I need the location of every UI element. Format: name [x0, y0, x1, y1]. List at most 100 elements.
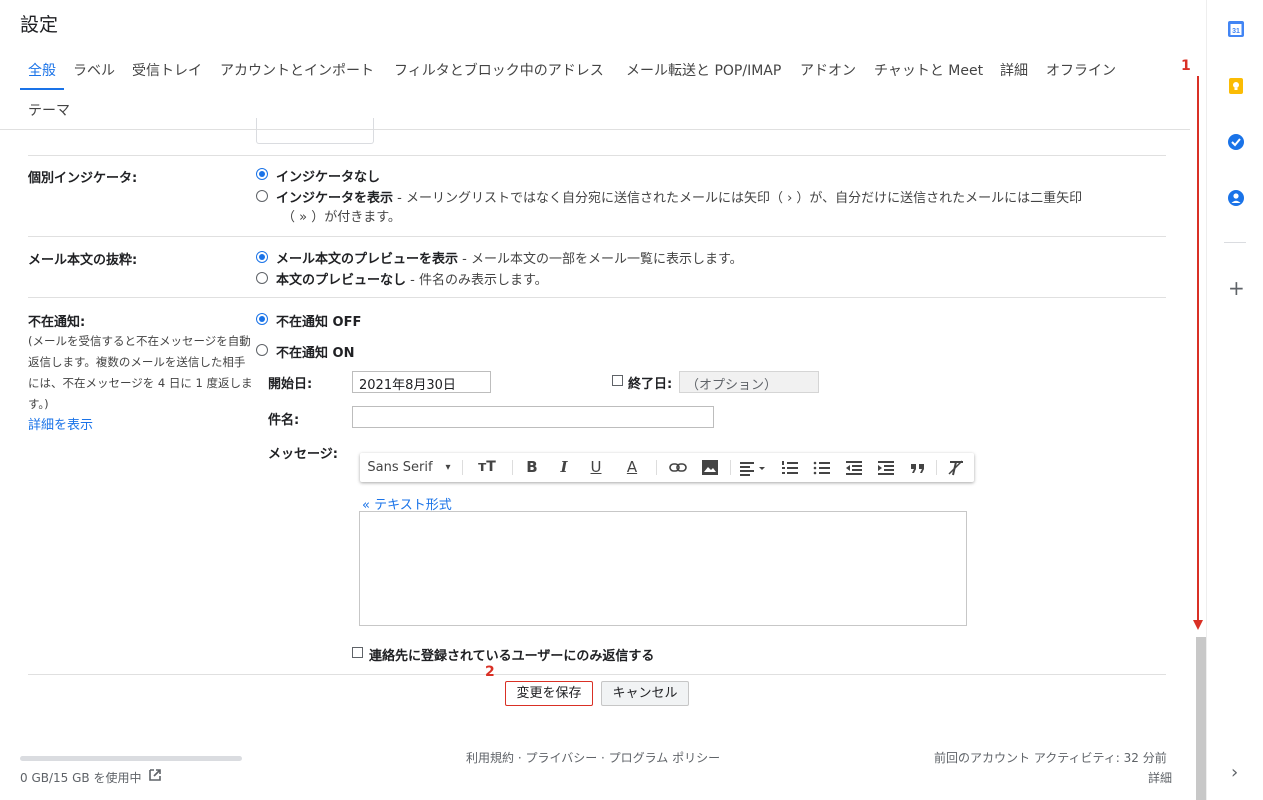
last-activity-text: 前回のアカウント アクティビティ: 32 分前	[934, 751, 1167, 765]
align-icon[interactable]	[736, 453, 772, 482]
tab-offline[interactable]: オフライン	[1046, 60, 1116, 80]
side-panel	[1206, 0, 1263, 800]
indicator-show-radio[interactable]	[256, 190, 268, 202]
snippet-none-text: 本文のプレビューなし	[276, 273, 407, 288]
remove-formatting-icon[interactable]	[944, 453, 968, 482]
contacts-only-label: 連絡先に登録されているユーザーにのみ返信する	[369, 649, 655, 664]
indicator-label: 個別インジケータ:	[28, 171, 138, 186]
toolbar-separator	[656, 460, 657, 475]
indicator-none-option: インジケータなし	[276, 166, 380, 185]
toolbar-separator	[512, 460, 513, 475]
vacation-off-radio[interactable]	[256, 313, 268, 325]
italic-icon[interactable]: I	[552, 453, 576, 482]
snippet-show-option: メール本文のプレビューを表示 - メール本文の一部をメール一覧に表示します。	[276, 248, 743, 267]
annotation-arrow	[1197, 76, 1199, 624]
footer-links[interactable]: 利用規約 · プライバシー · プログラム ポリシー	[466, 749, 720, 766]
tab-general[interactable]: 全般	[28, 60, 56, 80]
open-external-icon[interactable]	[148, 768, 162, 782]
tab-chat[interactable]: チャットと Meet	[874, 60, 983, 80]
snippet-none-desc: - 件名のみ表示します。	[406, 273, 548, 288]
snippet-show-desc: - メール本文の一部をメール一覧に表示します。	[458, 252, 743, 267]
end-date-label: 終了日:	[628, 377, 673, 392]
tab-labels[interactable]: ラベル	[73, 60, 115, 80]
tab-themes[interactable]: テーマ	[28, 100, 70, 120]
end-date-input[interactable]: （オプション）	[679, 371, 819, 393]
previous-row-button-fragment	[256, 118, 374, 144]
snippet-none-option: 本文のプレビューなし - 件名のみ表示します。	[276, 269, 548, 288]
calendar-icon[interactable]: 31	[1227, 20, 1245, 38]
text-color-icon[interactable]: A	[616, 453, 648, 482]
vacation-on-radio[interactable]	[256, 344, 268, 356]
toolbar-separator	[730, 460, 731, 475]
cancel-button[interactable]: キャンセル	[601, 681, 689, 706]
indicator-show-option: インジケータを表示 - メーリングリストではなく自分宛に送信されたメールには矢印…	[276, 187, 1082, 206]
page-title: 設定	[20, 14, 59, 36]
divider	[28, 236, 1166, 237]
tab-inbox[interactable]: 受信トレイ	[132, 60, 202, 80]
indicator-show-desc: - メーリングリストではなく自分宛に送信されたメールには矢印（ › ）が、自分だ…	[393, 191, 1083, 206]
bold-icon[interactable]: B	[520, 453, 544, 482]
previous-row-fragment	[28, 118, 108, 130]
indicator-none-radio[interactable]	[256, 168, 268, 180]
link-icon[interactable]	[666, 453, 690, 482]
numbered-list-icon[interactable]	[778, 453, 802, 482]
scrollbar-thumb[interactable]	[1196, 637, 1206, 800]
font-dropdown-icon[interactable]: ▾	[442, 453, 454, 482]
calendar-day: 31	[1232, 28, 1240, 35]
subject-input[interactable]	[352, 406, 714, 428]
add-addon-icon[interactable]: +	[1228, 276, 1245, 300]
side-panel-divider	[1224, 242, 1246, 243]
keep-icon[interactable]	[1227, 77, 1245, 95]
start-date-input[interactable]: 2021年8月30日	[352, 371, 491, 393]
underline-icon[interactable]: U	[584, 453, 608, 482]
font-family-select[interactable]: Sans Serif	[364, 453, 436, 482]
activity-details-link[interactable]: 詳細	[1148, 769, 1172, 786]
save-changes-button[interactable]: 変更を保存	[505, 681, 593, 706]
tab-forwarding[interactable]: メール転送と POP/IMAP	[626, 60, 781, 80]
indicator-show-desc-2: （ » ）が付きます。	[282, 210, 401, 225]
formatting-toolbar: Sans Serif ▾ тT B I U A	[360, 453, 974, 482]
contacts-only-checkbox[interactable]	[352, 647, 363, 658]
subject-label: 件名:	[268, 413, 300, 428]
vacation-on-option: 不在通知 ON	[276, 342, 354, 361]
snippet-label: メール本文の抜粋:	[28, 253, 138, 268]
start-date-label: 開始日:	[268, 377, 313, 392]
message-editor[interactable]	[359, 511, 967, 626]
vacation-off-option: 不在通知 OFF	[276, 311, 361, 330]
end-date-checkbox[interactable]	[612, 375, 623, 386]
message-label: メッセージ:	[268, 447, 338, 462]
vacation-on-text: 不在通知 ON	[276, 346, 355, 361]
storage-usage-bar	[20, 756, 242, 761]
tasks-icon[interactable]	[1227, 133, 1245, 151]
tab-filters[interactable]: フィルタとブロック中のアドレス	[394, 60, 604, 80]
vacation-label: 不在通知:	[28, 315, 86, 330]
settings-tabs: 全般 ラベル 受信トレイ アカウントとインポート フィルタとブロック中のアドレス…	[0, 50, 1190, 130]
active-tab-indicator	[20, 88, 64, 90]
font-size-icon[interactable]: тT	[468, 453, 506, 482]
image-icon[interactable]	[698, 453, 722, 482]
annotation-arrow-head	[1193, 620, 1203, 630]
vacation-desc-text: (メールを受信すると不在メッセージを自動返信します。複数のメールを送信した相手に…	[28, 334, 253, 411]
tab-addons[interactable]: アドオン	[800, 60, 856, 80]
snippet-show-radio[interactable]	[256, 251, 268, 263]
tab-accounts[interactable]: アカウントとインポート	[220, 60, 374, 80]
contacts-icon[interactable]	[1227, 189, 1245, 207]
divider	[28, 674, 1166, 675]
storage-usage-text: 0 GB/15 GB を使用中	[20, 771, 142, 785]
tab-advanced[interactable]: 詳細	[1000, 60, 1028, 80]
bulleted-list-icon[interactable]	[810, 453, 834, 482]
snippet-none-radio[interactable]	[256, 272, 268, 284]
indicator-show-text: インジケータを表示	[276, 191, 394, 206]
vacation-description: (メールを受信すると不在メッセージを自動返信します。複数のメールを送信した相手に…	[28, 331, 256, 436]
quote-icon[interactable]	[906, 453, 930, 482]
annotation-step-1: 1	[1181, 58, 1191, 74]
indent-more-icon[interactable]	[874, 453, 898, 482]
vacation-more-link[interactable]: 詳細を表示	[28, 418, 93, 433]
vacation-off-text: 不在通知 OFF	[276, 315, 362, 330]
expand-panel-icon[interactable]: ›	[1231, 762, 1238, 783]
toolbar-separator	[462, 460, 463, 475]
snippet-show-text: メール本文のプレビューを表示	[276, 252, 459, 267]
toolbar-separator	[936, 460, 937, 475]
indent-less-icon[interactable]	[842, 453, 866, 482]
indicator-none-text: インジケータなし	[276, 170, 381, 185]
